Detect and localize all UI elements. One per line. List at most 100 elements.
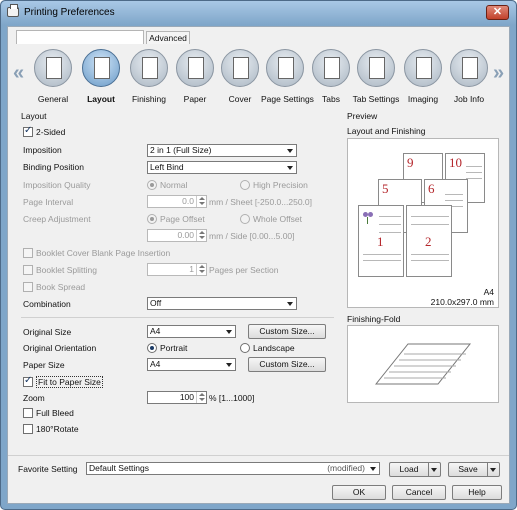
spinner-arrows-icon[interactable] [196, 196, 206, 207]
creep-label: Creep Adjustment [23, 214, 91, 224]
fit-to-paper-checkbox[interactable] [23, 375, 33, 387]
category-label: Cover [228, 94, 252, 104]
booklet-cover-checkbox[interactable] [23, 248, 33, 258]
paper-size-value: A4 [150, 359, 161, 369]
paper-dimensions: 210.0x297.0 mm [430, 297, 494, 307]
general-icon [34, 49, 72, 87]
chevron-down-icon[interactable] [428, 463, 440, 476]
spinner-arrows-icon[interactable] [196, 230, 206, 241]
paper-name: A4 [483, 287, 494, 297]
creep-page-offset-label: Page Offset [160, 214, 205, 224]
window-title: Printing Preferences [24, 7, 115, 18]
two-sided-checkbox[interactable] [23, 125, 33, 137]
orientation-portrait-radio[interactable] [147, 343, 157, 353]
category-tabs[interactable]: Tabs [307, 49, 355, 104]
imposition-select[interactable]: 2 in 1 (Full Size) [147, 144, 297, 157]
category-label: Tabs [322, 94, 340, 104]
category-label: Paper [183, 94, 207, 104]
quality-high-radio[interactable] [240, 180, 250, 190]
category-page-settings[interactable]: Page Settings [261, 49, 314, 104]
page-interval-unit: mm / Sheet [-250.0...250.0] [209, 197, 313, 207]
help-button[interactable]: Help [452, 485, 502, 500]
category-job-info[interactable]: Job Info [445, 49, 493, 104]
combination-label: Combination [23, 299, 71, 309]
imposition-label: Imposition [23, 145, 62, 155]
rotate-180-checkbox[interactable] [23, 424, 33, 434]
finishing-icon [130, 49, 168, 87]
job-info-icon [450, 49, 488, 87]
booklet-cover-label: Booklet Cover Blank Page Insertion [36, 248, 171, 258]
printing-preferences-window: Printing Preferences ✕ Advanced « Genera… [0, 0, 517, 510]
full-bleed-label: Full Bleed [36, 408, 74, 418]
tab-advanced[interactable]: Advanced [146, 31, 190, 44]
category-layout[interactable]: Layout [77, 49, 125, 104]
paper-size-select[interactable]: A4 [147, 358, 236, 371]
page-number: 2 [425, 234, 432, 249]
book-spread-checkbox[interactable] [23, 282, 33, 292]
scroll-left-icon[interactable]: « [13, 62, 24, 85]
category-bar: « General Layout Finishing Paper Cover P… [11, 44, 506, 104]
close-button[interactable]: ✕ [486, 5, 509, 20]
category-cover[interactable]: Cover [216, 49, 264, 104]
custom-size-button-1[interactable]: Custom Size... [248, 324, 326, 339]
zoom-unit: % [1...1000] [209, 393, 255, 403]
rotate-180-label: 180°Rotate [36, 424, 79, 434]
binding-select[interactable]: Left Bind [147, 161, 297, 174]
category-label: Page Settings [261, 94, 314, 104]
chevron-down-icon[interactable] [487, 463, 499, 476]
imaging-icon [404, 49, 442, 87]
layout-group-title: Layout [21, 111, 47, 121]
cancel-button[interactable]: Cancel [392, 485, 446, 500]
load-button[interactable]: Load [389, 462, 441, 477]
category-finishing[interactable]: Finishing [125, 49, 173, 104]
favorite-setting-select[interactable]: Default Settings (modified) [86, 462, 380, 475]
zoom-label: Zoom [23, 393, 45, 403]
creep-spinner[interactable]: 0.00 [147, 229, 207, 242]
chevron-down-icon [286, 163, 295, 172]
quality-normal-radio[interactable] [147, 180, 157, 190]
scroll-right-icon[interactable]: » [493, 62, 504, 85]
category-imaging[interactable]: Imaging [399, 49, 447, 104]
layout-preview: 9 10 5 6 1 2 A4 210.0x297.0 mm [347, 138, 499, 308]
combination-value: Off [150, 298, 162, 308]
page-interval-spinner[interactable]: 0.0 [147, 195, 207, 208]
category-tab-settings[interactable]: Tab Settings [352, 49, 400, 104]
spinner-arrows-icon[interactable] [196, 392, 206, 403]
creep-value: 0.00 [177, 230, 194, 240]
category-general[interactable]: General [29, 49, 77, 104]
quality-label: Imposition Quality [23, 180, 91, 190]
custom-size-button-2[interactable]: Custom Size... [248, 357, 326, 372]
orientation-landscape-label: Landscape [253, 343, 295, 353]
page-settings-icon [266, 49, 304, 87]
load-label: Load [399, 464, 419, 474]
booklet-splitting-spinner[interactable]: 1 [147, 263, 207, 276]
creep-whole-offset-radio[interactable] [240, 214, 250, 224]
combination-select[interactable]: Off [147, 297, 297, 310]
binding-value: Left Bind [150, 162, 184, 172]
layout-finishing-label: Layout and Finishing [347, 126, 426, 136]
category-label: Finishing [131, 94, 167, 104]
favorite-setting-value: Default Settings [89, 463, 150, 473]
category-paper[interactable]: Paper [171, 49, 219, 104]
original-size-select[interactable]: A4 [147, 325, 236, 338]
cover-icon [221, 49, 259, 87]
title-bar[interactable]: Printing Preferences ✕ [1, 1, 516, 25]
page-number: 10 [449, 155, 462, 170]
orientation-landscape-radio[interactable] [240, 343, 250, 353]
bottom-bar: Favorite Setting Default Settings (modif… [8, 455, 509, 503]
original-size-label: Original Size [23, 327, 72, 337]
spinner-arrows-icon[interactable] [196, 264, 206, 275]
full-bleed-checkbox[interactable] [23, 408, 33, 418]
creep-page-offset-radio[interactable] [147, 214, 157, 224]
save-button[interactable]: Save [448, 462, 500, 477]
preview-page: 2 [406, 205, 452, 277]
tab-basic[interactable] [16, 30, 144, 44]
orientation-label: Original Orientation [23, 343, 97, 353]
ok-button[interactable]: OK [332, 485, 386, 500]
zoom-spinner[interactable]: 100 [147, 391, 207, 404]
category-label: Imaging [407, 94, 439, 104]
favorite-setting-label: Favorite Setting [18, 464, 78, 474]
booklet-splitting-checkbox[interactable] [23, 265, 33, 275]
save-label: Save [458, 464, 478, 474]
preview-page: 1 [358, 205, 404, 277]
